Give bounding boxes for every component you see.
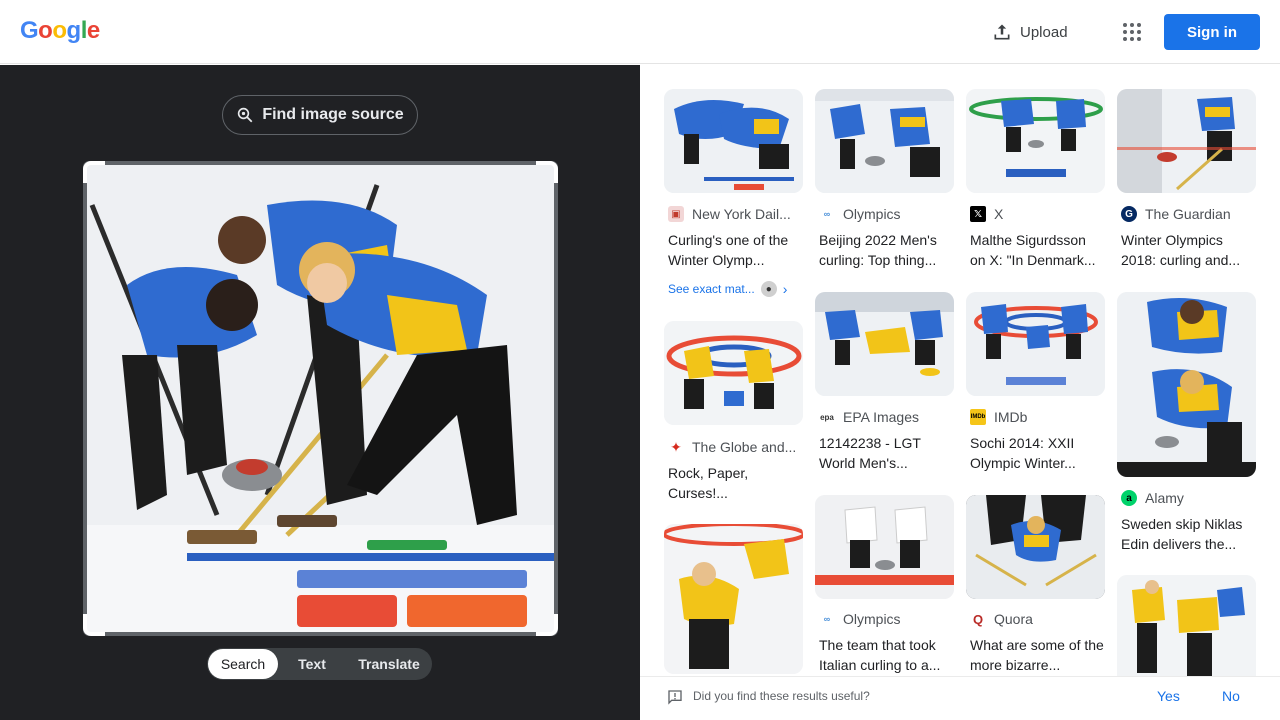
result-thumbnail[interactable] (664, 524, 803, 674)
result-title[interactable]: Beijing 2022 Men's curling: Top thing... (819, 230, 953, 270)
result-thumbnail[interactable] (966, 292, 1105, 396)
olympic-rings-icon: ∞ (819, 611, 835, 627)
result-thumbnail[interactable] (966, 89, 1105, 193)
crop-handle-top-left[interactable] (83, 161, 105, 183)
result-thumbnail[interactable] (966, 495, 1105, 599)
upload-icon (994, 24, 1010, 40)
result-title[interactable]: The team that took Italian curling to a.… (819, 635, 953, 675)
quora-logo-icon: Q (970, 611, 986, 627)
result-source-name: EPA Images (843, 409, 920, 425)
guardian-logo-icon: G (1121, 206, 1137, 222)
query-image-pane: Find image source Search Text Translate (0, 65, 640, 720)
visual-matches-grid: ▣ New York Dail... Curling's one of the … (640, 65, 1280, 720)
tab-translate[interactable]: Translate (346, 649, 432, 679)
result-source[interactable]: ∞ Olympics (819, 611, 955, 627)
result-thumbnail[interactable] (1117, 89, 1256, 193)
top-bar: Google Upload Sign in (0, 0, 1280, 64)
imdb-logo-icon: IMDb (970, 409, 986, 425)
google-logo[interactable]: Google (20, 17, 100, 45)
result-source-name: New York Dail... (692, 206, 791, 222)
feedback-icon (668, 690, 682, 705)
result-source[interactable]: Q Quora (970, 611, 1106, 627)
lens-search-icon (238, 107, 253, 123)
result-source-name: X (994, 206, 1004, 222)
see-exact-matches-label: See exact mat... (668, 282, 755, 296)
result-thumbnail[interactable] (815, 495, 954, 599)
feedback-bar: Did you find these results useful? Yes N… (640, 676, 1280, 720)
result-source-name: Olympics (843, 206, 901, 222)
result-thumbnail[interactable] (815, 292, 954, 396)
search-mode-tabs: Search Text Translate (207, 648, 432, 680)
find-image-source-label: Find image source (262, 106, 404, 123)
result-title[interactable]: Winter Olympics 2018: curling and... (1121, 230, 1255, 270)
apps-grid-icon[interactable] (1120, 20, 1144, 44)
upload-button[interactable]: Upload (992, 20, 1068, 44)
result-source[interactable]: G The Guardian (1121, 206, 1257, 222)
result-source[interactable]: a Alamy (1121, 490, 1257, 506)
result-source[interactable]: ∞ Olympics (819, 206, 955, 222)
result-thumbnail[interactable] (664, 89, 803, 193)
logo-letter: G (20, 17, 39, 44)
result-thumbnail[interactable] (1117, 292, 1256, 477)
result-thumbnail[interactable] (815, 89, 954, 193)
result-source-name: Quora (994, 611, 1033, 627)
epa-logo-icon: epa (819, 409, 835, 425)
query-image[interactable] (87, 165, 554, 632)
result-source-name: The Guardian (1145, 206, 1231, 222)
exact-match-thumb-icon: ● (760, 281, 777, 297)
logo-letter: o (52, 17, 67, 44)
x-logo-icon: 𝕏 (970, 206, 986, 222)
see-exact-matches-link[interactable]: See exact mat... ● › (668, 281, 787, 297)
tab-search[interactable]: Search (208, 649, 278, 679)
olympic-rings-icon: ∞ (819, 206, 835, 222)
crop-handle-top-right[interactable] (536, 161, 558, 183)
result-source-name: IMDb (994, 409, 1028, 425)
feedback-yes-button[interactable]: Yes (1157, 688, 1180, 704)
result-thumbnail[interactable] (664, 321, 803, 425)
result-title[interactable]: Malthe Sigurdsson on X: "In Denmark... (970, 230, 1104, 270)
upload-label: Upload (1020, 23, 1068, 41)
alamy-logo-icon: a (1121, 490, 1137, 506)
result-title[interactable]: Rock, Paper, Curses!... (668, 463, 802, 503)
result-source[interactable]: ▣ New York Dail... (668, 206, 804, 222)
chevron-right-icon: › (782, 281, 788, 297)
logo-letter: o (38, 17, 53, 44)
sign-in-button[interactable]: Sign in (1164, 14, 1260, 50)
tab-text[interactable]: Text (278, 649, 346, 679)
feedback-no-button[interactable]: No (1222, 688, 1240, 704)
result-title[interactable]: Sochi 2014: XXII Olympic Winter... (970, 433, 1104, 473)
nydailynews-icon: ▣ (668, 206, 684, 222)
result-source-name: Alamy (1145, 490, 1184, 506)
feedback-question: Did you find these results useful? (693, 689, 870, 703)
query-image-frame (83, 161, 558, 636)
logo-letter: e (86, 17, 100, 44)
result-source[interactable]: epa EPA Images (819, 409, 955, 425)
result-source[interactable]: 𝕏 X (970, 206, 1106, 222)
result-source[interactable]: ✦ The Globe and... (668, 439, 804, 455)
maple-leaf-icon: ✦ (668, 439, 684, 455)
result-title[interactable]: 12142238 - LGT World Men's... (819, 433, 953, 473)
logo-letter: g (66, 17, 82, 44)
result-title[interactable]: Sweden skip Niklas Edin delivers the... (1121, 514, 1255, 554)
result-source-name: The Globe and... (692, 439, 797, 455)
result-source[interactable]: IMDb IMDb (970, 409, 1106, 425)
result-source-name: Olympics (843, 611, 901, 627)
crop-handle-bottom-right[interactable] (536, 614, 558, 636)
crop-handle-bottom-left[interactable] (83, 614, 105, 636)
result-thumbnail[interactable] (1117, 575, 1256, 685)
result-title[interactable]: What are some of the more bizarre... (970, 635, 1104, 675)
result-title[interactable]: Curling's one of the Winter Olymp... (668, 230, 802, 270)
find-image-source-button[interactable]: Find image source (222, 95, 418, 135)
